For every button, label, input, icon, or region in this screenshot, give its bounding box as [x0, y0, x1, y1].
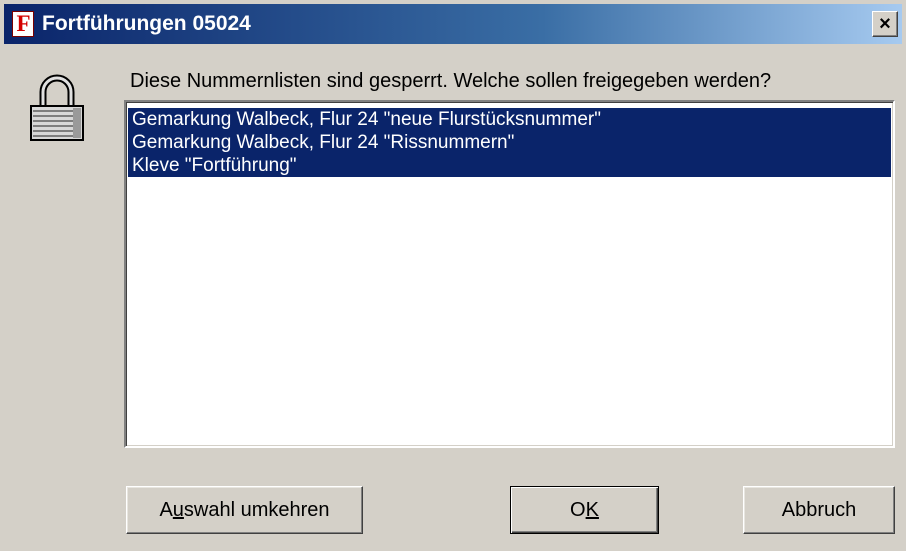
prompt-text: Diese Nummernlisten sind gesperrt. Welch… — [130, 70, 772, 92]
ok-label-mnemonic: K — [585, 499, 599, 521]
invert-label-pre: A — [159, 499, 173, 521]
app-icon-letter: F — [16, 11, 31, 36]
lock-icon — [30, 74, 84, 141]
ok-button[interactable]: OK — [510, 486, 659, 534]
locked-lists-listbox[interactable]: Gemarkung Walbeck, Flur 24 "neue Flurstü… — [124, 100, 895, 448]
list-item[interactable]: Kleve "Fortführung" — [128, 154, 891, 177]
close-icon: × — [879, 13, 891, 35]
cancel-button[interactable]: Abbruch — [743, 486, 895, 534]
window-title: Fortführungen 05024 — [42, 12, 251, 35]
title-bar[interactable]: F Fortführungen 05024 × — [4, 4, 902, 44]
dialog-window: F Fortführungen 05024 × Diese Nummernlis… — [0, 0, 906, 551]
close-button[interactable]: × — [872, 11, 898, 37]
app-icon[interactable]: F — [12, 11, 34, 37]
invert-label-post: swahl umkehren — [183, 499, 330, 521]
list-item[interactable]: Gemarkung Walbeck, Flur 24 "neue Flurstü… — [128, 108, 891, 131]
list-item[interactable]: Gemarkung Walbeck, Flur 24 "Rissnummern" — [128, 131, 891, 154]
ok-label-pre: O — [570, 499, 586, 521]
invert-label-mnemonic: u — [172, 499, 184, 521]
invert-selection-button[interactable]: Auswahl umkehren — [126, 486, 363, 534]
